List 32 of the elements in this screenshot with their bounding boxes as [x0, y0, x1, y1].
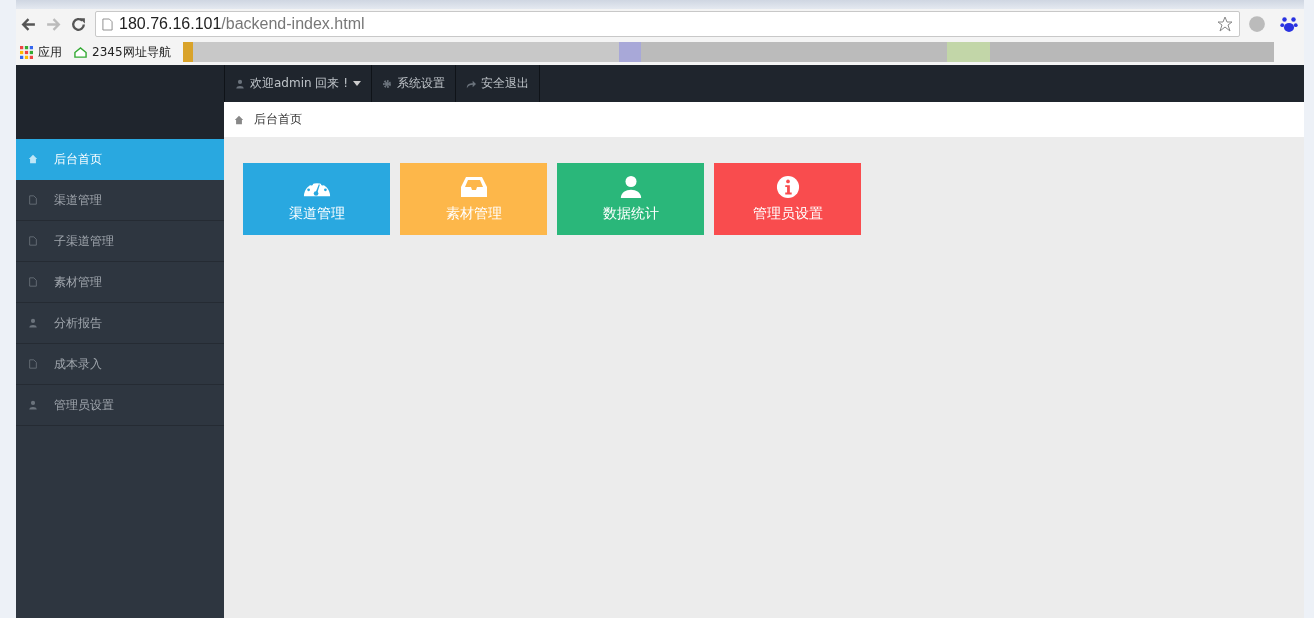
reload-icon[interactable]: [70, 15, 87, 33]
page-icon: [102, 17, 113, 31]
file-icon: [28, 359, 38, 369]
house-icon[interactable]: [74, 45, 87, 59]
tile-label: 管理员设置: [752, 205, 823, 223]
address-bar[interactable]: 180.76.16.101/backend-index.html: [95, 11, 1240, 37]
sidebar-item[interactable]: 后台首页: [16, 139, 224, 180]
tile-label: 渠道管理: [288, 205, 345, 223]
shortcut-tile[interactable]: 管理员设置: [714, 163, 861, 235]
tile-label: 素材管理: [445, 205, 502, 223]
file-icon: [28, 277, 38, 287]
shortcut-tile[interactable]: 渠道管理: [243, 163, 390, 235]
file-icon: [28, 195, 38, 205]
paw-icon[interactable]: [1280, 15, 1298, 33]
apps-grid-icon[interactable]: [20, 45, 33, 59]
url-host: 180.76.16.101: [119, 15, 222, 33]
user-icon: [235, 78, 245, 89]
url-path: /backend-index.html: [221, 15, 366, 33]
caret-icon: [353, 81, 362, 86]
inbox-icon: [459, 175, 488, 199]
share-arrow-icon: [466, 78, 477, 89]
user-icon: [28, 318, 38, 328]
bookmark[interactable]: 应用: [38, 43, 62, 61]
breadcrumb[interactable]: 后台首页: [254, 111, 302, 128]
home-icon: [234, 114, 244, 125]
user-icon: [28, 400, 38, 410]
star-icon[interactable]: [1217, 16, 1233, 32]
file-icon: [28, 236, 38, 246]
tile-label: 数据统计: [602, 205, 659, 223]
settings-icon: [382, 78, 393, 89]
home-icon: [28, 154, 38, 164]
bookmark[interactable]: 2345网址导航: [92, 43, 171, 61]
